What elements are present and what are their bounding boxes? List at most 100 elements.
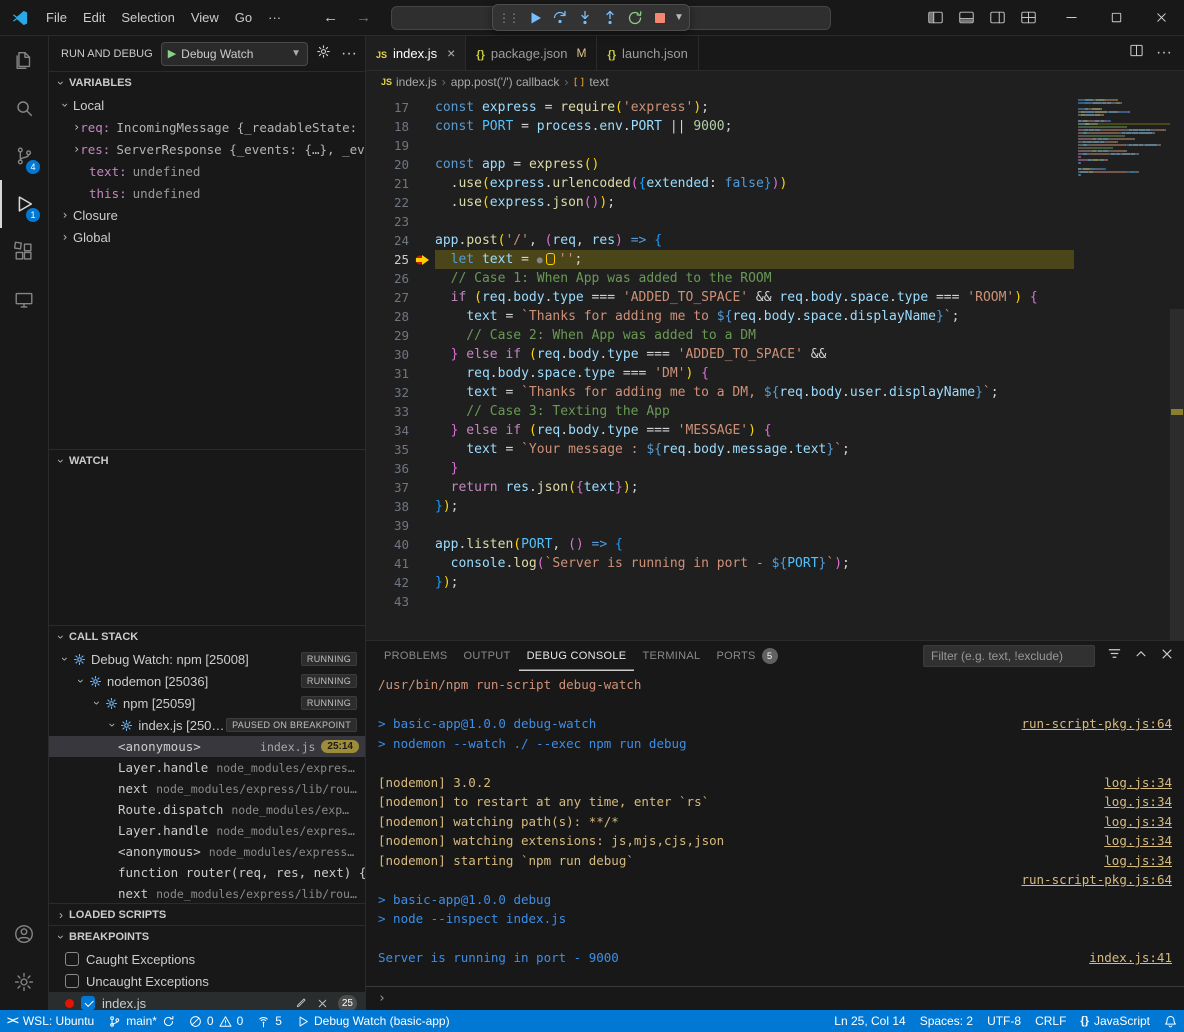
source-link[interactable]: run-script-pkg.js:64	[1021, 714, 1176, 734]
close-panel-icon[interactable]	[1160, 647, 1174, 666]
breakpoint-row-index-js[interactable]: index.js25	[49, 992, 365, 1010]
glyph-margin[interactable]	[409, 554, 435, 573]
glyph-margin[interactable]	[409, 592, 435, 611]
menu-file[interactable]: File	[38, 6, 75, 29]
glyph-margin[interactable]	[409, 440, 435, 459]
stack-frame-row[interactable]: function router(req, res, next) {.pr…	[49, 862, 365, 883]
menu-edit[interactable]: Edit	[75, 6, 113, 29]
glyph-margin[interactable]	[409, 117, 435, 136]
code-text[interactable]: text = `Thanks for adding me to a DM, ${…	[435, 383, 1074, 402]
scrollbar-thumb[interactable]	[1170, 309, 1184, 640]
status-encoding[interactable]: UTF-8	[980, 1010, 1028, 1032]
panel-tab-terminal[interactable]: TERMINAL	[634, 641, 708, 671]
code-text[interactable]: // Case 1: When App was added to the ROO…	[435, 269, 1074, 288]
glyph-margin[interactable]	[409, 478, 435, 497]
status-indentation[interactable]: Spaces: 2	[913, 1010, 980, 1032]
code-text[interactable]: app.post('/', (req, res) => {	[435, 231, 1074, 250]
debug-console-input[interactable]: ›	[366, 986, 1184, 1010]
paused-on-breakpoint-icon[interactable]	[409, 250, 435, 269]
tab-index-js[interactable]: JSindex.js×	[366, 36, 466, 70]
activitybar-explorer[interactable]	[0, 36, 48, 84]
breakpoint-checkbox[interactable]	[65, 952, 79, 966]
menu-[interactable]: ···	[260, 6, 289, 29]
toggle-sidebar-icon[interactable]	[927, 9, 944, 26]
code-text[interactable]: const express = require('express');	[435, 98, 1074, 117]
code-text[interactable]: .use(express.json());	[435, 193, 1074, 212]
glyph-margin[interactable]	[409, 535, 435, 554]
maximize-button[interactable]	[1094, 0, 1139, 35]
status-cursor-position[interactable]: Ln 25, Col 14	[827, 1010, 912, 1032]
remove-breakpoint-icon[interactable]	[316, 997, 329, 1010]
source-link[interactable]: log.js:34	[1104, 792, 1176, 812]
menu-selection[interactable]: Selection	[113, 6, 182, 29]
code-text[interactable]: .use(express.urlencoded({extended: false…	[435, 174, 1074, 193]
source-link[interactable]: log.js:34	[1104, 812, 1176, 832]
variable-req[interactable]: ›req:IncomingMessage {_readableState: …	[49, 116, 365, 138]
code-text[interactable]: });	[435, 497, 1074, 516]
toggle-secondary-sidebar-icon[interactable]	[989, 9, 1006, 26]
code-text[interactable]: text = `Your message : ${req.body.messag…	[435, 440, 1074, 459]
code-text[interactable]: console.log(`Server is running in port -…	[435, 554, 1074, 573]
glyph-margin[interactable]	[409, 155, 435, 174]
activitybar-search[interactable]	[0, 84, 48, 132]
source-link[interactable]: run-script-pkg.js:64	[1021, 870, 1176, 890]
code-text[interactable]: text = `Thanks for adding me to ${req.bo…	[435, 307, 1074, 326]
status-forwarded-ports[interactable]: 5	[250, 1010, 289, 1032]
minimap[interactable]	[1078, 99, 1170, 180]
glyph-margin[interactable]	[409, 288, 435, 307]
glyph-margin[interactable]	[409, 269, 435, 288]
customize-layout-icon[interactable]	[1020, 9, 1037, 26]
code-text[interactable]: });	[435, 573, 1074, 592]
close-tab-icon[interactable]: ×	[447, 45, 455, 61]
glyph-margin[interactable]	[409, 326, 435, 345]
code-text[interactable]: let text = ●'';	[435, 250, 1074, 269]
edit-breakpoint-icon[interactable]	[294, 997, 307, 1010]
variables-header[interactable]: ›VARIABLES	[49, 72, 365, 94]
go-forward-icon[interactable]: →	[350, 8, 377, 27]
code-text[interactable]: } else if (req.body.type === 'MESSAGE') …	[435, 421, 1074, 440]
code-text[interactable]	[435, 212, 1074, 231]
start-debug-icon[interactable]: ▶	[168, 47, 176, 60]
status-notifications[interactable]	[1157, 1010, 1184, 1032]
code-text[interactable]: req.body.space.type === 'DM') {	[435, 364, 1074, 383]
filter-icon[interactable]	[1107, 646, 1122, 666]
menu-view[interactable]: View	[183, 6, 227, 29]
variable-this[interactable]: this:undefined	[49, 182, 365, 204]
breakpoint-row-caught-exceptions[interactable]: Caught Exceptions	[49, 948, 365, 970]
tab-launch-json[interactable]: {}launch.json	[597, 36, 698, 70]
minimize-button[interactable]	[1049, 0, 1094, 35]
code-text[interactable]: return res.json({text});	[435, 478, 1074, 497]
tab-package-json[interactable]: {}package.jsonM	[466, 36, 597, 70]
configure-gear-icon[interactable]	[316, 44, 331, 64]
status-remote-indicator[interactable]: ><WSL: Ubuntu	[0, 1010, 101, 1032]
breakpoint-checkbox[interactable]	[81, 996, 95, 1010]
stack-frame-row[interactable]: <anonymous>index.js25:14	[49, 736, 365, 757]
panel-tab-ports[interactable]: PORTS5	[708, 641, 785, 671]
glyph-margin[interactable]	[409, 383, 435, 402]
glyph-margin[interactable]	[409, 98, 435, 117]
menu-go[interactable]: Go	[227, 6, 260, 29]
code-text[interactable]	[435, 136, 1074, 155]
more-editor-actions-icon[interactable]: ···	[1156, 44, 1172, 62]
activitybar-source-control[interactable]: 4	[0, 132, 48, 180]
activitybar-accounts[interactable]	[0, 910, 48, 958]
status-debug-session[interactable]: Debug Watch (basic-app)	[289, 1010, 457, 1032]
code-editor[interactable]: 17const express = require('express');18c…	[366, 93, 1184, 640]
code-text[interactable]	[435, 516, 1074, 535]
continue-icon[interactable]	[523, 6, 546, 29]
step-over-icon[interactable]	[548, 6, 571, 29]
maximize-panel-icon[interactable]	[1134, 647, 1148, 666]
status-eol[interactable]: CRLF	[1028, 1010, 1073, 1032]
status-git-branch[interactable]: main*	[101, 1010, 182, 1032]
call-stack-header[interactable]: ›CALL STACK	[49, 626, 365, 648]
variable-text[interactable]: text:undefined	[49, 160, 365, 182]
activitybar-settings[interactable]	[0, 958, 48, 1006]
stop-icon[interactable]	[648, 6, 671, 29]
debug-session-row[interactable]: ›index.js [25083]PAUSED ON BREAKPOINT	[49, 714, 365, 736]
glyph-margin[interactable]	[409, 573, 435, 592]
scope-local[interactable]: ›Local	[49, 94, 365, 116]
glyph-margin[interactable]	[409, 402, 435, 421]
toggle-panel-icon[interactable]	[958, 9, 975, 26]
panel-tab-debug-console[interactable]: DEBUG CONSOLE	[519, 641, 635, 671]
scope-global[interactable]: ›Global	[49, 226, 365, 248]
